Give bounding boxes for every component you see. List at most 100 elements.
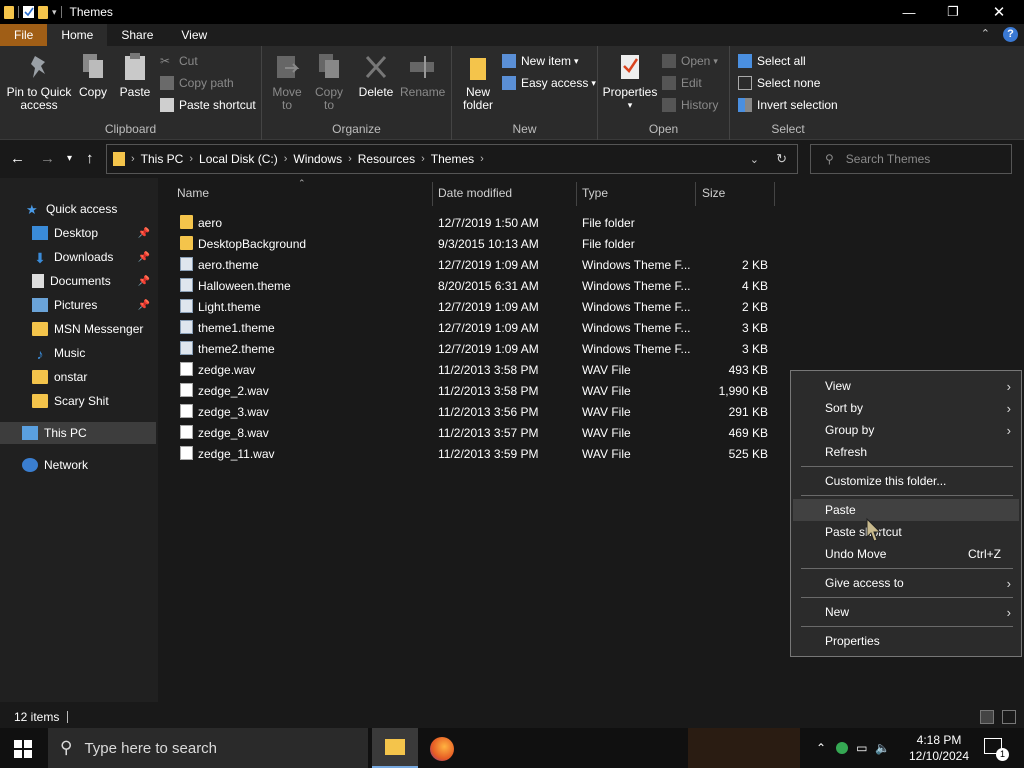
- menu-item-sort-by[interactable]: Sort by ›: [793, 397, 1019, 419]
- open-button[interactable]: Open ▾: [662, 52, 718, 70]
- properties-button[interactable]: Properties ▾: [602, 52, 658, 112]
- menu-item-paste[interactable]: Paste: [793, 499, 1019, 521]
- taskbar-search-box[interactable]: ⚲ Type here to search: [48, 728, 368, 768]
- menu-item-new[interactable]: New ›: [793, 601, 1019, 623]
- column-header-name[interactable]: Name: [177, 186, 209, 200]
- new-folder-button[interactable]: New folder: [458, 52, 498, 112]
- tab-share[interactable]: Share: [107, 24, 167, 46]
- file-row[interactable]: Light.theme 12/7/2019 1:09 AM Windows Them…: [170, 296, 770, 317]
- column-header-date-modified[interactable]: Date modified: [438, 186, 512, 200]
- history-button[interactable]: History: [662, 96, 718, 114]
- menu-item-undo-move[interactable]: Undo Move Ctrl+Z: [793, 543, 1019, 565]
- copy-button[interactable]: Copy: [76, 52, 110, 99]
- details-view-icon[interactable]: [980, 710, 994, 724]
- nav-item-onstar[interactable]: onstar: [0, 366, 156, 388]
- firefox-icon[interactable]: [430, 737, 454, 761]
- menu-item-group-by[interactable]: Group by ›: [793, 419, 1019, 441]
- tab-file[interactable]: File: [0, 24, 48, 46]
- nav-quick-access[interactable]: ★ Quick access: [0, 198, 156, 220]
- chevron-up-icon[interactable]: ⌃: [816, 741, 826, 755]
- select-all-button[interactable]: Select all: [738, 52, 806, 70]
- breadcrumb-windows[interactable]: Windows: [293, 152, 342, 166]
- back-arrow-icon[interactable]: ←: [10, 150, 25, 167]
- file-row[interactable]: Halloween.theme 8/20/2015 6:31 AM Windows …: [170, 275, 770, 296]
- nav-item-pictures[interactable]: Pictures 📌: [0, 294, 156, 316]
- file-row[interactable]: zedge_2.wav 11/2/2013 3:58 PM WAV File 1,99…: [170, 380, 770, 401]
- recent-locations-icon[interactable]: ▾: [67, 153, 72, 164]
- column-header-size[interactable]: Size: [702, 186, 725, 200]
- column-divider[interactable]: [576, 182, 577, 206]
- pin-quick-access-button[interactable]: Pin to Quick access: [6, 52, 72, 112]
- large-icons-view-icon[interactable]: [1002, 710, 1016, 724]
- column-divider[interactable]: [695, 182, 696, 206]
- select-none-button[interactable]: Select none: [738, 74, 820, 92]
- paste-button[interactable]: Paste: [118, 52, 152, 99]
- search-box[interactable]: ⚲ Search Themes: [810, 144, 1012, 174]
- clock[interactable]: 4:18 PM 12/10/2024: [906, 732, 972, 764]
- file-row[interactable]: theme1.theme 12/7/2019 1:09 AM Windows The…: [170, 317, 770, 338]
- column-divider[interactable]: [432, 182, 433, 206]
- file-row[interactable]: aero.theme 12/7/2019 1:09 AM Windows Theme…: [170, 254, 770, 275]
- nav-item-scary-shit[interactable]: Scary Shit: [0, 390, 156, 412]
- network-icon[interactable]: ▭: [856, 741, 867, 755]
- file-row[interactable]: theme2.theme 12/7/2019 1:09 AM Windows The…: [170, 338, 770, 359]
- nav-item-documents[interactable]: Documents 📌: [0, 270, 156, 292]
- nav-this-pc[interactable]: This PC: [0, 422, 156, 444]
- refresh-icon[interactable]: ↻: [776, 151, 787, 167]
- customize-quick-access-icon[interactable]: ▾: [52, 7, 57, 18]
- move-to-button[interactable]: Move to: [268, 52, 306, 112]
- file-row[interactable]: zedge_3.wav 11/2/2013 3:56 PM WAV File 291 …: [170, 401, 770, 422]
- easy-access-button[interactable]: Easy access ▾: [502, 74, 596, 92]
- breadcrumb-local-disk[interactable]: Local Disk (C:): [199, 152, 278, 166]
- nav-item-downloads[interactable]: ⬇ Downloads 📌: [0, 246, 156, 268]
- new-item-button[interactable]: New item ▾: [502, 52, 579, 70]
- close-button[interactable]: ✕: [976, 0, 1022, 24]
- file-row[interactable]: zedge.wav 11/2/2013 3:58 PM WAV File 493 KB: [170, 359, 770, 380]
- copy-to-button[interactable]: Copy to: [310, 52, 348, 112]
- cut-button[interactable]: ✂ Cut: [160, 52, 198, 70]
- windows-start-icon[interactable]: [14, 740, 32, 761]
- collapse-ribbon-icon[interactable]: ⌃: [981, 27, 990, 40]
- forward-arrow-icon[interactable]: →: [40, 150, 55, 167]
- tab-home[interactable]: Home: [47, 24, 108, 46]
- menu-item-paste-shortcut[interactable]: Paste shortcut: [793, 521, 1019, 543]
- edit-button[interactable]: Edit: [662, 74, 702, 92]
- taskbar-file-explorer[interactable]: [372, 728, 418, 768]
- volume-icon[interactable]: 🔈: [875, 741, 890, 755]
- file-name: theme1.theme: [198, 321, 275, 335]
- delete-button[interactable]: Delete: [356, 52, 396, 99]
- file-row[interactable]: aero 12/7/2019 1:50 AM File folder: [170, 212, 770, 233]
- nav-item-msn-messenger[interactable]: MSN Messenger: [0, 318, 156, 340]
- file-row[interactable]: zedge_11.wav 11/2/2013 3:59 PM WAV File 525…: [170, 443, 770, 464]
- menu-item-customize[interactable]: Customize this folder...: [793, 470, 1019, 492]
- new-folder-quick-icon[interactable]: [38, 5, 48, 19]
- breadcrumb-this-pc[interactable]: This PC: [141, 152, 184, 166]
- rename-button[interactable]: Rename: [400, 52, 445, 99]
- address-history-dropdown-icon[interactable]: ⌄: [750, 153, 759, 166]
- help-icon[interactable]: ?: [1003, 27, 1018, 42]
- column-divider[interactable]: [774, 182, 775, 206]
- paste-shortcut-button[interactable]: Paste shortcut: [160, 96, 256, 114]
- user-status-icon[interactable]: [836, 742, 849, 754]
- column-header-type[interactable]: Type: [582, 186, 608, 200]
- notification-center-icon[interactable]: 1: [984, 738, 1009, 761]
- breadcrumb-resources[interactable]: Resources: [358, 152, 415, 166]
- nav-item-desktop[interactable]: Desktop 📌: [0, 222, 156, 244]
- invert-selection-button[interactable]: Invert selection: [738, 96, 838, 114]
- file-row[interactable]: DesktopBackground 9/3/2015 10:13 AM File f…: [170, 233, 770, 254]
- menu-item-view[interactable]: View ›: [793, 375, 1019, 397]
- up-arrow-icon[interactable]: ↑: [86, 150, 94, 167]
- maximize-button[interactable]: ❐: [930, 0, 976, 24]
- nav-network[interactable]: Network: [0, 454, 156, 476]
- breadcrumb-themes[interactable]: Themes: [431, 152, 474, 166]
- menu-item-properties[interactable]: Properties: [793, 630, 1019, 652]
- nav-item-music[interactable]: ♪ Music: [0, 342, 156, 364]
- properties-quick-icon[interactable]: [23, 6, 34, 18]
- menu-item-refresh[interactable]: Refresh: [793, 441, 1019, 463]
- file-row[interactable]: zedge_8.wav 11/2/2013 3:57 PM WAV File 469 …: [170, 422, 770, 443]
- menu-item-give-access[interactable]: Give access to ›: [793, 572, 1019, 594]
- copy-path-button[interactable]: Copy path: [160, 74, 234, 92]
- minimize-button[interactable]: —: [886, 0, 932, 24]
- address-bar[interactable]: › This PC › Local Disk (C:) › Windows › …: [106, 144, 798, 174]
- tab-view[interactable]: View: [167, 24, 221, 46]
